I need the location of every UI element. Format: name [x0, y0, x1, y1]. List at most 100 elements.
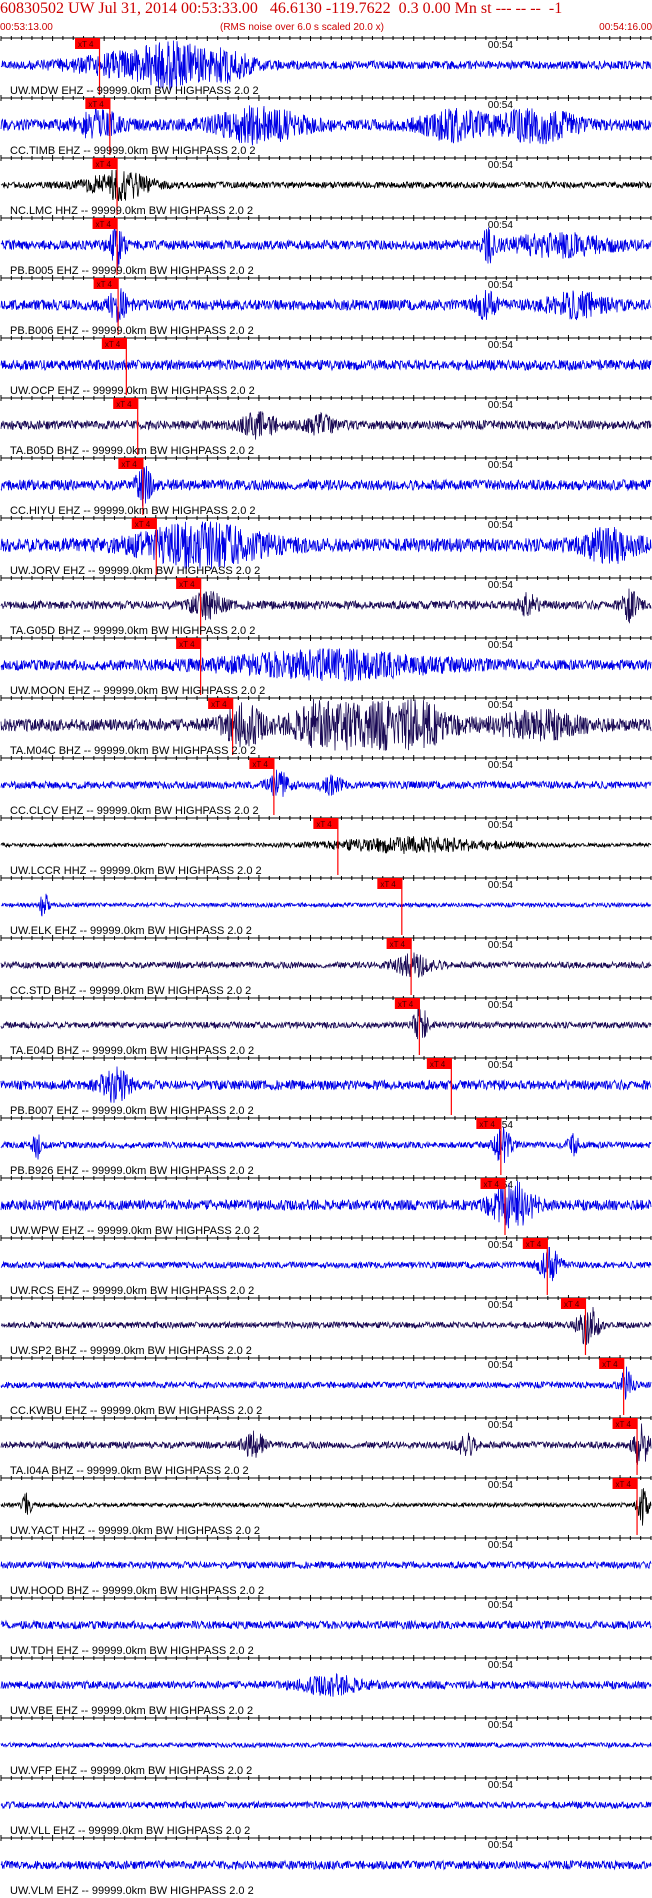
- minute-mark-label: 00:54: [488, 1300, 513, 1311]
- minute-mark-label: 00:54: [488, 40, 513, 51]
- trace-row: 00:54 UW.VLM EHZ -- 99999.0km BW HIGHPASS…: [0, 1835, 652, 1897]
- waveform-trace: [0, 1180, 652, 1229]
- record-title: 60830502 UW Jul 31, 2014 00:53:33.00 46.…: [0, 0, 563, 17]
- trace-row: 00:54xT 4PB.B926 EHZ -- 99999.0km BW HIG…: [0, 1115, 652, 1177]
- end-time: 00:54:16.00: [599, 22, 652, 33]
- pick-label: xT 4: [88, 100, 104, 109]
- waveform-trace: [0, 466, 652, 507]
- waveform-trace: [0, 521, 652, 570]
- waveform-trace: [0, 1488, 652, 1526]
- station-label: CC.TIMB EHZ -- 99999.0km BW HIGHPASS 2.0…: [10, 145, 256, 157]
- minute-mark-label: 00:54: [488, 1540, 513, 1551]
- pick-label: xT 4: [390, 940, 406, 949]
- trace-row: 00:54 UW.TDH EHZ -- 99999.0km BW HIGHPASS…: [0, 1595, 652, 1657]
- pick-label: xT 4: [96, 160, 112, 169]
- pick-label: xT 4: [252, 760, 268, 769]
- minute-mark-label: 00:54: [488, 220, 513, 231]
- pick-label: xT 4: [430, 1060, 446, 1069]
- minute-mark-label: 00:54: [488, 1480, 513, 1491]
- waveform-trace: [0, 836, 652, 855]
- pick-label: xT 4: [616, 1420, 632, 1429]
- station-label: UW.MDW EHZ -- 99999.0km BW HIGHPASS 2.0 …: [10, 85, 259, 97]
- pick-label: xT 4: [179, 580, 195, 589]
- station-label: TA.I04A BHZ -- 99999.0km BW HIGHPASS 2.0…: [10, 1465, 249, 1477]
- pick-label: xT 4: [179, 640, 195, 649]
- trace-row: 00:54xT 4UW.WPW EHZ -- 99999.0km BW HIGH…: [0, 1175, 652, 1237]
- trace-row: 00:54 xT 4 TA.E04D BHZ -- 99999.0km BW HIG…: [0, 995, 652, 1057]
- minute-mark-label: 00:54: [488, 1000, 513, 1011]
- waveform-trace: [0, 1307, 652, 1346]
- waveform-trace: [0, 1859, 652, 1871]
- pick-label: xT 4: [564, 1300, 580, 1309]
- waveform-trace: [0, 105, 652, 146]
- station-label: UW.LCCR HHZ -- 99999.0km BW HIGHPASS 2.0…: [10, 865, 262, 877]
- minute-mark-label: 00:54: [488, 400, 513, 411]
- waveform-trace: [0, 1423, 652, 1465]
- station-label: PB.B006 EHZ -- 99999.0km BW HIGHPASS 2.0…: [10, 325, 254, 337]
- waveform-trace: [0, 225, 652, 268]
- station-label: PB.B007 EHZ -- 99999.0km BW HIGHPASS 2.0…: [10, 1105, 254, 1117]
- minute-mark-label: 00:54: [488, 760, 513, 771]
- station-label: UW.VLL EHZ -- 99999.0km BW HIGHPASS 2.0 …: [10, 1825, 250, 1837]
- station-label: UW.JORV EHZ -- 99999.0km BW HIGHPASS 2.0…: [10, 565, 260, 577]
- waveform-trace: [0, 1366, 652, 1400]
- pick-label: xT 4: [135, 520, 151, 529]
- minute-mark-label: 00:54: [488, 1240, 513, 1251]
- station-label: CC.HIYU EHZ -- 99999.0km BW HIGHPASS 2.0…: [10, 505, 256, 517]
- trace-row: 00:54 xT 4 PB.B005 EHZ -- 99999.0km BW HIG…: [0, 215, 652, 277]
- waveform-trace: [0, 1800, 652, 1810]
- minute-mark-label: 00:54: [488, 640, 513, 651]
- station-label: PB.B926 EHZ -- 99999.0km BW HIGHPASS 2.0…: [10, 1165, 254, 1177]
- station-label: CC.CLCV EHZ -- 99999.0km BW HIGHPASS 2.0…: [10, 805, 259, 817]
- waveform-trace: [0, 1672, 652, 1697]
- station-label: TA.E04D BHZ -- 99999.0km BW HIGHPASS 2.0…: [10, 1045, 254, 1057]
- pick-label: xT 4: [398, 1000, 414, 1009]
- waveform-trace: [0, 1247, 652, 1282]
- waveform-trace: [0, 952, 652, 978]
- station-label: CC.KWBU EHZ -- 99999.0km BW HIGHPASS 2.0…: [10, 1405, 262, 1417]
- station-label: UW.YACT HHZ -- 99999.0km BW HIGHPASS 2.0…: [10, 1525, 260, 1537]
- station-label: TA.B05D BHZ -- 99999.0km BW HIGHPASS 2.0…: [10, 445, 254, 457]
- pick-label: xT 4: [483, 1180, 499, 1189]
- pick-label: xT 4: [479, 1120, 495, 1129]
- waveform-trace: [0, 1066, 652, 1103]
- minute-mark-label: 00:54: [488, 1420, 513, 1431]
- trace-row: 00:54 xT 4 UW.OCP EHZ -- 99999.0km BW HIGH…: [0, 335, 652, 397]
- waveform-trace: [0, 699, 652, 751]
- trace-row: 00:54 xT 4 PB.B006 EHZ -- 99999.0km BW HIG…: [0, 275, 652, 337]
- minute-mark-label: 00:54: [488, 1360, 513, 1371]
- pick-label: xT 4: [116, 400, 132, 409]
- seismogram-panel: 00:54 xT 4 UW.MDW EHZ -- 99999.0km BW HIGH…: [0, 36, 652, 1897]
- rms-note: (RMS noise over 6.0 s scaled 20.0 x): [220, 22, 384, 33]
- minute-mark-label: 00:54: [488, 700, 513, 711]
- pick-label: xT 4: [380, 880, 396, 889]
- minute-mark-label: 00:54: [488, 1780, 513, 1791]
- minute-mark-label: 00:54: [488, 1840, 513, 1851]
- trace-row: 00:54 xT 4 TA.G05D BHZ -- 99999.0km BW HIG…: [0, 575, 652, 637]
- minute-mark-label: 00:54: [488, 1600, 513, 1611]
- station-label: UW.VBE EHZ -- 99999.0km BW HIGHPASS 2.0 …: [10, 1705, 253, 1717]
- minute-mark-label: 00:54: [488, 340, 513, 351]
- trace-row: 00:54 xT 4 PB.B007 EHZ -- 99999.0km BW HIG…: [0, 1055, 652, 1117]
- waveform-trace: [0, 893, 652, 917]
- waveform-trace: [0, 169, 652, 202]
- station-label: UW.TDH EHZ -- 99999.0km BW HIGHPASS 2.0 …: [10, 1645, 254, 1657]
- pick-label: xT 4: [105, 340, 121, 349]
- pick-label: xT 4: [96, 220, 112, 229]
- minute-mark-label: 00:54: [488, 1060, 513, 1071]
- trace-row: 00:54 xT 4 CC.CLCV EHZ -- 99999.0km BW HIG…: [0, 755, 652, 817]
- trace-row: 00:54 UW.VBE EHZ -- 99999.0km BW HIGHPASS…: [0, 1655, 652, 1717]
- pick-label: xT 4: [97, 280, 113, 289]
- trace-row: 00:54 xT 4 UW.MDW EHZ -- 99999.0km BW HIGH…: [0, 36, 652, 97]
- station-label: UW.MOON EHZ -- 99999.0km BW HIGHPASS 2.0…: [10, 685, 265, 697]
- pick-label: xT 4: [616, 1480, 632, 1489]
- trace-row: 00:54 xT 4 UW.MOON EHZ -- 99999.0km BW HIG…: [0, 635, 652, 697]
- station-label: PB.B005 EHZ -- 99999.0km BW HIGHPASS 2.0…: [10, 265, 254, 277]
- minute-mark-label: 00:54: [488, 940, 513, 951]
- waveform-trace: [0, 769, 652, 797]
- waveform-trace: [0, 358, 652, 372]
- start-time: 00:53:13.00: [0, 22, 53, 33]
- pick-label: xT 4: [316, 820, 332, 829]
- minute-mark-label: 00:54: [488, 100, 513, 111]
- minute-mark-label: 00:54: [488, 580, 513, 591]
